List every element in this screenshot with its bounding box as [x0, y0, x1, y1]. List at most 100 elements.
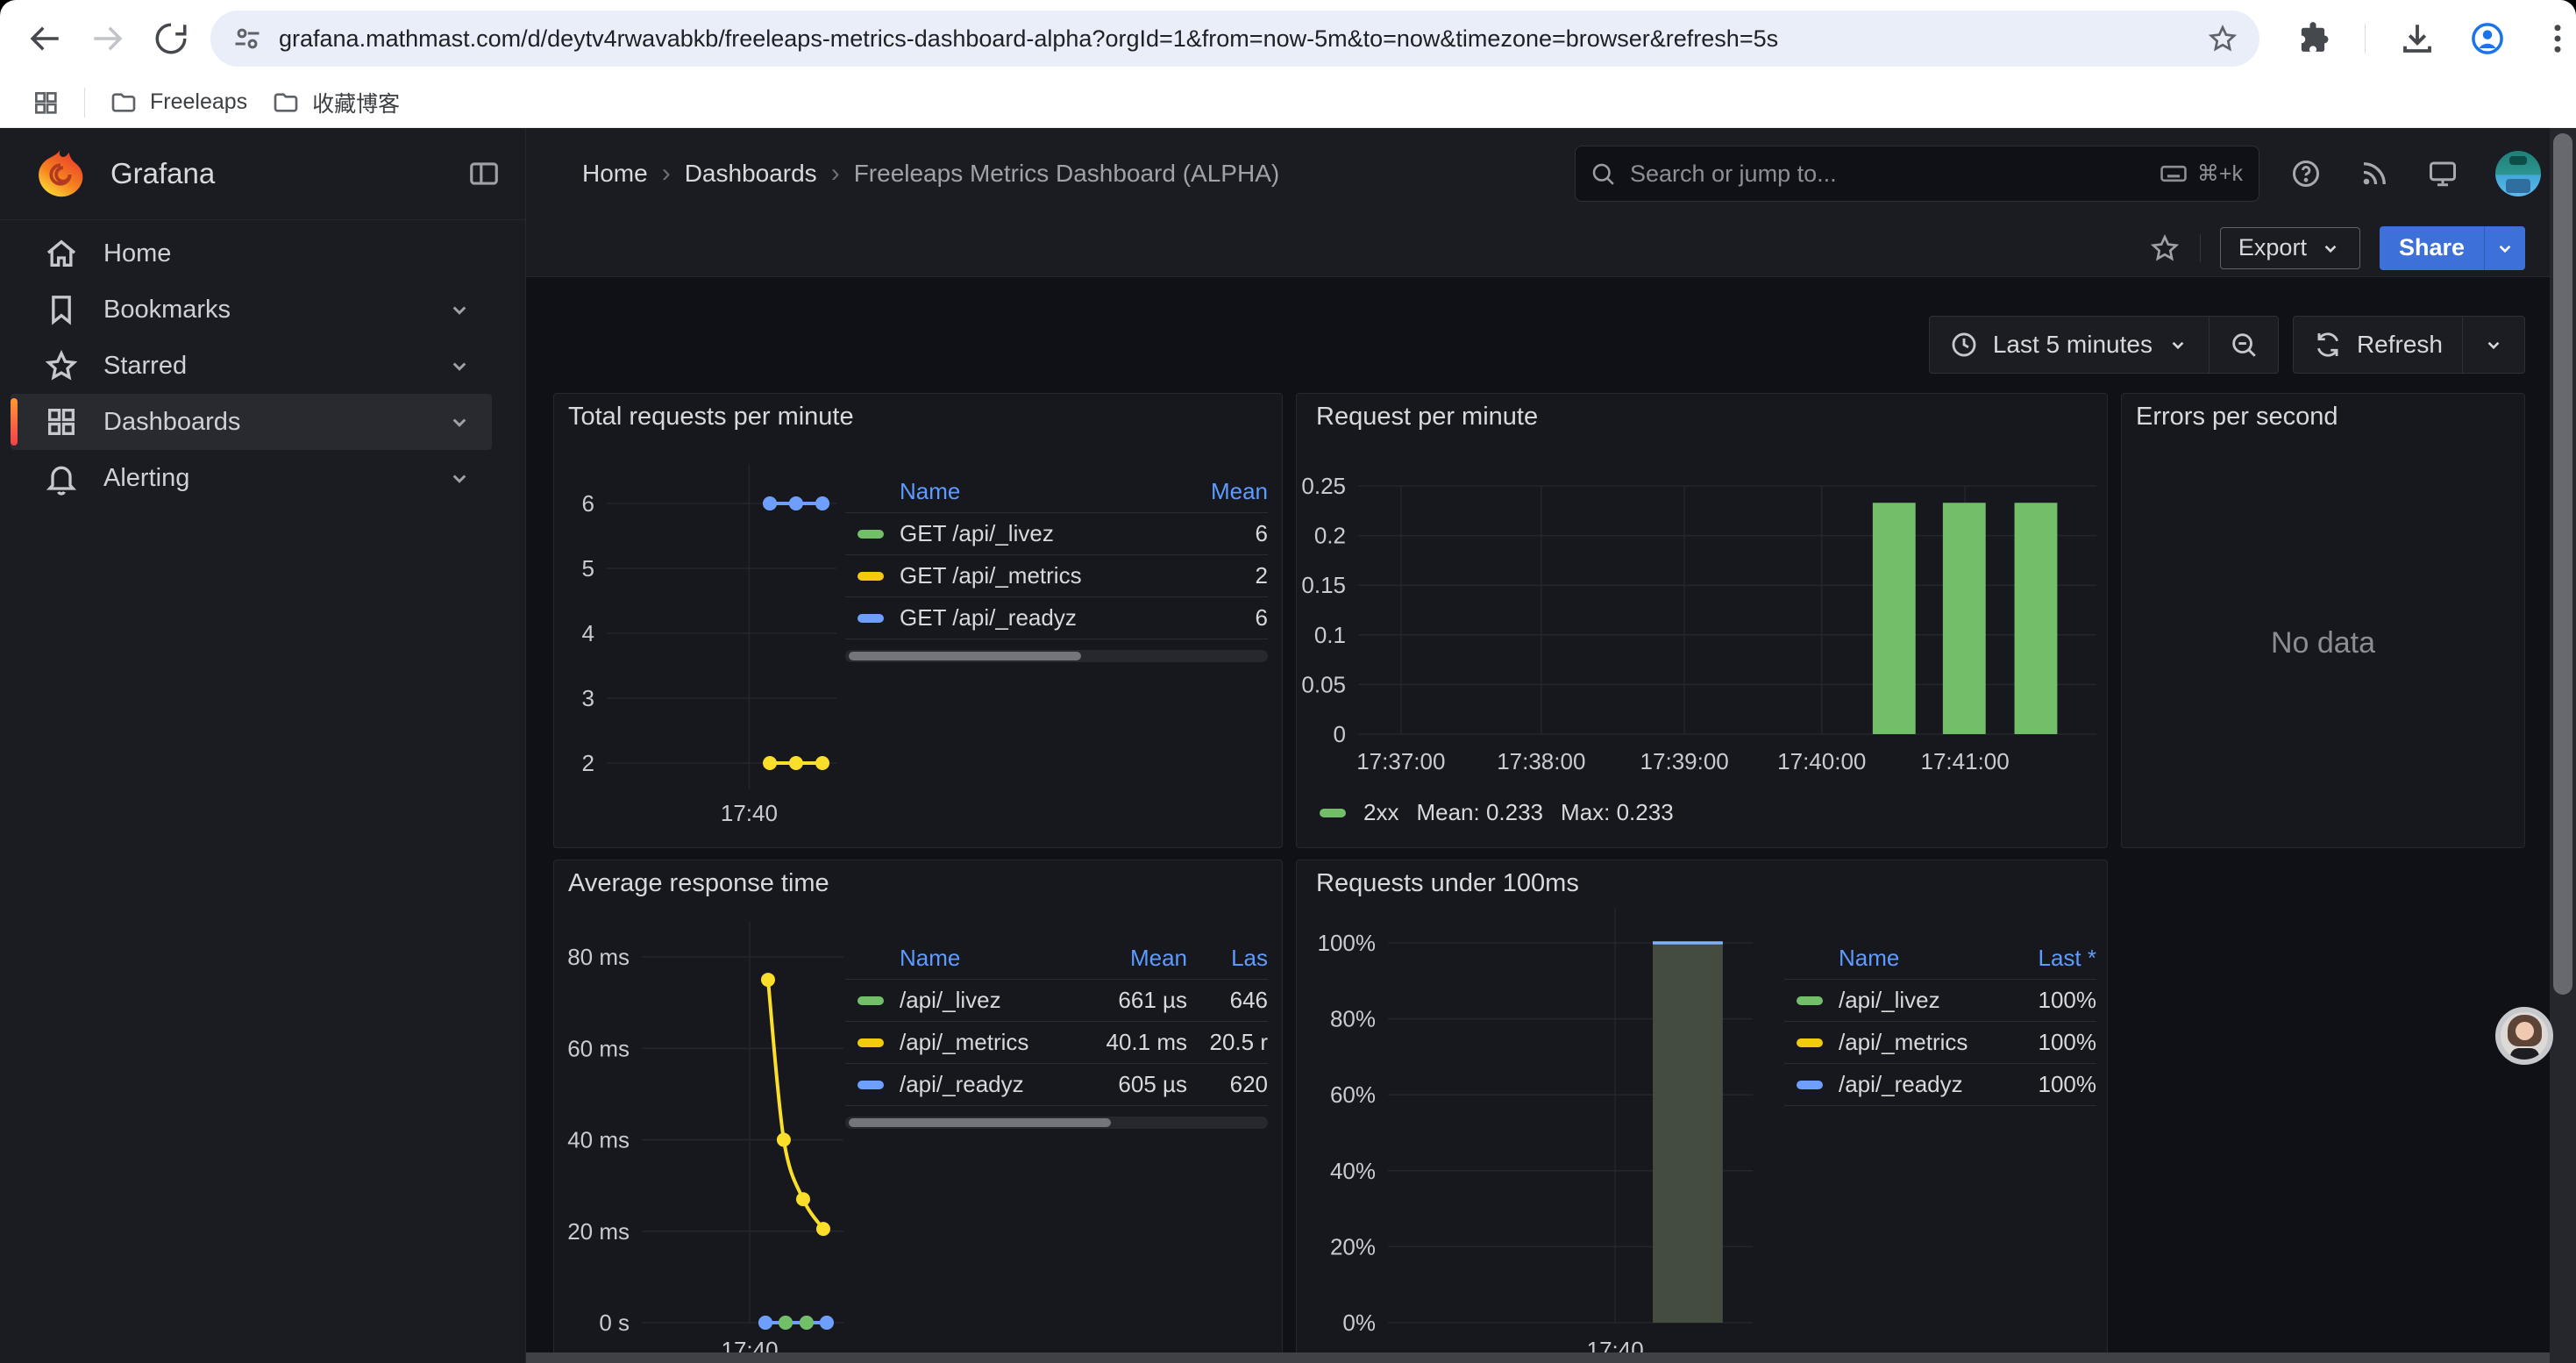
legend-scrollbar[interactable]: [845, 1117, 1268, 1129]
zoom-out-button[interactable]: [2209, 317, 2278, 373]
sidebar-item-dashboards[interactable]: Dashboards: [11, 394, 492, 450]
forward-icon[interactable]: [89, 20, 126, 57]
extensions-icon[interactable]: [2295, 20, 2331, 57]
star-icon: [44, 348, 79, 383]
panel-title[interactable]: Errors per second: [2136, 403, 2338, 432]
legend-col-header[interactable]: Name: [1839, 945, 2000, 972]
legend-series-name[interactable]: /api/_livez: [1839, 987, 2000, 1014]
back-icon[interactable]: [26, 20, 63, 57]
chevron-down-icon[interactable]: [446, 409, 473, 435]
legend-value: 6: [1171, 604, 1268, 632]
legend-col-header[interactable]: Las: [1187, 945, 1268, 972]
legend-series-name[interactable]: GET /api/_livez: [900, 520, 1171, 547]
search-input[interactable]: [1628, 160, 2146, 189]
chevron-down-icon: [2494, 237, 2516, 260]
url-text[interactable]: grafana.mathmast.com/d/deytv4rwavabkb/fr…: [279, 25, 2207, 53]
search-box[interactable]: ⌘+k: [1575, 146, 2259, 202]
series-color-chip[interactable]: [857, 996, 884, 1005]
legend-series-name[interactable]: GET /api/_readyz: [900, 604, 1171, 632]
series-color-chip[interactable]: [1797, 1081, 1823, 1089]
chevron-down-icon[interactable]: [446, 465, 473, 491]
legend-series-name[interactable]: /api/_livez: [900, 987, 1064, 1014]
legend-col-header[interactable]: Mean: [1171, 478, 1268, 505]
legend-col-header[interactable]: Name: [900, 478, 1171, 505]
series-color-chip[interactable]: [857, 614, 884, 623]
legend-series-name[interactable]: /api/_metrics: [900, 1029, 1064, 1056]
export-button[interactable]: Export: [2220, 227, 2360, 269]
legend-series-name[interactable]: /api/_metrics: [1839, 1029, 2000, 1056]
sidebar-nav: Home Bookmarks Starred Dashboards: [0, 220, 525, 506]
download-icon[interactable]: [2399, 20, 2436, 57]
series-color-chip[interactable]: [1320, 809, 1346, 817]
series-color-chip[interactable]: [1797, 1038, 1823, 1047]
series-color-chip[interactable]: [857, 1038, 884, 1047]
refresh-group: Refresh: [2293, 316, 2525, 374]
panel-title[interactable]: Requests under 100ms: [1316, 869, 1579, 898]
sidebar-item-bookmarks[interactable]: Bookmarks: [11, 282, 492, 338]
refresh-button[interactable]: Refresh: [2294, 317, 2462, 373]
apps-grid-icon[interactable]: [32, 89, 60, 117]
series-color-chip[interactable]: [1797, 996, 1823, 1005]
bar-chart[interactable]: 0.250.20.150.10.05017:37:0017:38:0017:39…: [1297, 394, 2108, 848]
legend-value: 620: [1187, 1071, 1268, 1098]
bookmark-folder-freeleaps[interactable]: Freeleaps: [110, 89, 247, 117]
help-icon[interactable]: [2290, 158, 2322, 189]
bookmark-star-icon[interactable]: [2207, 23, 2238, 54]
legend-series-name[interactable]: 2xx: [1363, 799, 1398, 826]
screenshot-root: grafana.mathmast.com/d/deytv4rwavabkb/fr…: [0, 0, 2576, 1363]
legend-value: 2: [1171, 562, 1268, 589]
assistant-avatar[interactable]: [2495, 1007, 2553, 1065]
brand-title[interactable]: Grafana: [110, 157, 467, 190]
sidebar-item-starred[interactable]: Starred: [11, 338, 492, 394]
share-button[interactable]: Share: [2380, 226, 2525, 270]
legend-col-header[interactable]: Mean: [1064, 945, 1187, 972]
site-settings-icon[interactable]: [231, 23, 263, 54]
series-color-chip[interactable]: [857, 1081, 884, 1089]
favorite-star-icon[interactable]: [2149, 232, 2181, 264]
svg-text:0 s: 0 s: [599, 1309, 630, 1336]
breadcrumb-dashboards[interactable]: Dashboards: [685, 160, 817, 188]
legend-scrollbar[interactable]: [845, 650, 1268, 662]
panel-title[interactable]: Request per minute: [1316, 403, 1538, 432]
monitor-icon[interactable]: [2427, 158, 2459, 189]
share-menu-chevron[interactable]: [2484, 226, 2525, 270]
sidebar-item-alerting[interactable]: Alerting: [11, 450, 492, 506]
chevron-down-icon[interactable]: [446, 296, 473, 323]
page-scrollbar[interactable]: [2550, 128, 2576, 1363]
series-color-chip[interactable]: [857, 572, 884, 581]
breadcrumb-separator: ›: [662, 159, 671, 189]
series-color-chip[interactable]: [857, 530, 884, 539]
legend-row: /api/_livez661 µs646: [845, 980, 1268, 1022]
actions-divider: [2200, 234, 2201, 262]
refresh-interval-chevron[interactable]: [2462, 317, 2524, 373]
horizontal-scrollbar[interactable]: [526, 1352, 2576, 1363]
time-range-picker[interactable]: Last 5 minutes: [1930, 317, 2209, 373]
share-label[interactable]: Share: [2380, 226, 2484, 270]
legend-series-name[interactable]: GET /api/_metrics: [900, 562, 1171, 589]
panel-title[interactable]: Average response time: [568, 869, 829, 898]
search-shortcut: ⌘+k: [2159, 159, 2243, 189]
menu-kebab-icon[interactable]: [2539, 20, 2576, 57]
user-avatar[interactable]: [2495, 151, 2541, 196]
chevron-down-icon[interactable]: [446, 353, 473, 379]
legend-col-header[interactable]: Last *: [2000, 945, 2096, 972]
news-rss-icon[interactable]: [2359, 158, 2390, 189]
svg-text:0.15: 0.15: [1301, 572, 1346, 598]
url-bar[interactable]: grafana.mathmast.com/d/deytv4rwavabkb/fr…: [210, 11, 2259, 67]
reload-icon[interactable]: [153, 20, 189, 57]
panel-title[interactable]: Total requests per minute: [568, 403, 854, 432]
legend-series-name[interactable]: /api/_readyz: [900, 1071, 1064, 1098]
sidebar-item-home[interactable]: Home: [11, 225, 492, 282]
bookmark-folder-blogs[interactable]: 收藏博客: [272, 87, 400, 118]
breadcrumb-home[interactable]: Home: [582, 160, 648, 188]
scrollbar-thumb[interactable]: [2553, 133, 2572, 995]
bar-chart[interactable]: 100%80%60%40%20%0%17:40: [1297, 860, 2108, 1363]
legend-value: 646: [1187, 987, 1268, 1014]
profile-icon[interactable]: [2469, 20, 2506, 57]
grafana-logo[interactable]: [33, 146, 88, 201]
legend-col-header[interactable]: Name: [900, 945, 1064, 972]
legend-row: GET /api/_livez6: [845, 513, 1268, 555]
legend-series-name[interactable]: /api/_readyz: [1839, 1071, 2000, 1098]
svg-text:2: 2: [582, 750, 594, 776]
sidebar-toggle-icon[interactable]: [467, 157, 501, 190]
